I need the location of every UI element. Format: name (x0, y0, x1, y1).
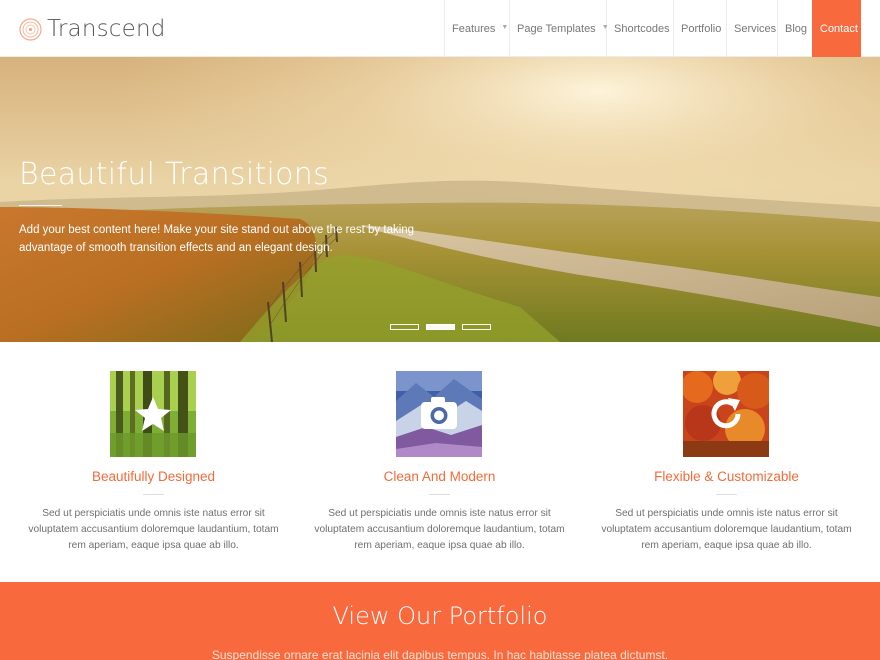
camera-icon (421, 397, 457, 429)
feature-title[interactable]: Beautifully Designed (10, 469, 297, 484)
nav-item-portfolio[interactable]: Portfolio (673, 0, 726, 57)
portfolio-section: View Our Portfolio Suspendisse ornare er… (0, 582, 880, 660)
hero-text: Add your best content here! Make your si… (19, 224, 415, 254)
chevron-down-icon: ▼ (501, 24, 509, 31)
nav-item-contact[interactable]: Contact (812, 0, 861, 57)
site-title: Transcend (47, 16, 166, 42)
hero-title: Beautiful Transitions (19, 157, 330, 192)
feature-image-forest[interactable] (110, 371, 196, 457)
chevron-down-icon: ▼ (601, 24, 609, 31)
star-icon (135, 397, 171, 431)
portfolio-title[interactable]: View Our Portfolio (0, 602, 880, 630)
slider-dot-3[interactable] (462, 324, 491, 330)
nav-item-page-templates[interactable]: Page Templates ▼ (509, 0, 609, 57)
feature-divider (143, 494, 164, 495)
portfolio-text: Suspendisse ornare erat lacinia elit dap… (211, 648, 669, 660)
main-nav: Features ▼ Page Templates ▼ Shortcodes P… (444, 0, 861, 57)
features-section: Beautifully Designed Sed ut perspiciatis… (0, 342, 880, 582)
hero-divider (19, 205, 62, 206)
feature-title[interactable]: Flexible & Customizable (583, 469, 870, 484)
hero-landscape-image (0, 57, 880, 342)
feature-divider (716, 494, 737, 495)
nav-item-label: Services (734, 22, 777, 35)
feature-text: Sed ut perspiciatis unde omnis iste natu… (28, 508, 279, 552)
site-logo[interactable]: Transcend (19, 15, 166, 43)
nav-item-label: Page Templates (517, 22, 596, 35)
slider-dot-1[interactable] (390, 324, 419, 330)
feature-card: Beautifully Designed Sed ut perspiciatis… (10, 342, 297, 582)
feature-divider (429, 494, 450, 495)
site-header: Transcend Features ▼ Page Templates ▼ Sh… (0, 0, 880, 57)
slider-dot-2[interactable] (426, 324, 455, 330)
nav-item-services[interactable]: Services (726, 0, 777, 57)
feature-text: Sed ut perspiciatis unde omnis iste natu… (314, 508, 565, 552)
nav-item-label: Blog (785, 22, 808, 35)
nav-item-label: Portfolio (681, 22, 722, 35)
feature-text: Sed ut perspiciatis unde omnis iste natu… (601, 508, 852, 552)
feature-image-mountains[interactable] (396, 371, 482, 457)
nav-item-label: Features (452, 22, 496, 35)
slider-pagination (390, 324, 491, 330)
nav-item-label: Contact (820, 22, 858, 35)
logo-rings-icon (19, 17, 42, 41)
nav-item-features[interactable]: Features ▼ (444, 0, 509, 57)
feature-title[interactable]: Clean And Modern (296, 469, 583, 484)
nav-item-shortcodes[interactable]: Shortcodes (606, 0, 673, 57)
refresh-icon (711, 398, 741, 429)
feature-image-autumn[interactable] (683, 371, 769, 457)
feature-card: Clean And Modern Sed ut perspiciatis und… (296, 342, 583, 582)
feature-card: Flexible & Customizable Sed ut perspicia… (583, 342, 870, 582)
nav-item-blog[interactable]: Blog (777, 0, 812, 57)
nav-item-label: Shortcodes (614, 22, 670, 35)
hero-slider: Beautiful Transitions Add your best cont… (0, 57, 880, 342)
